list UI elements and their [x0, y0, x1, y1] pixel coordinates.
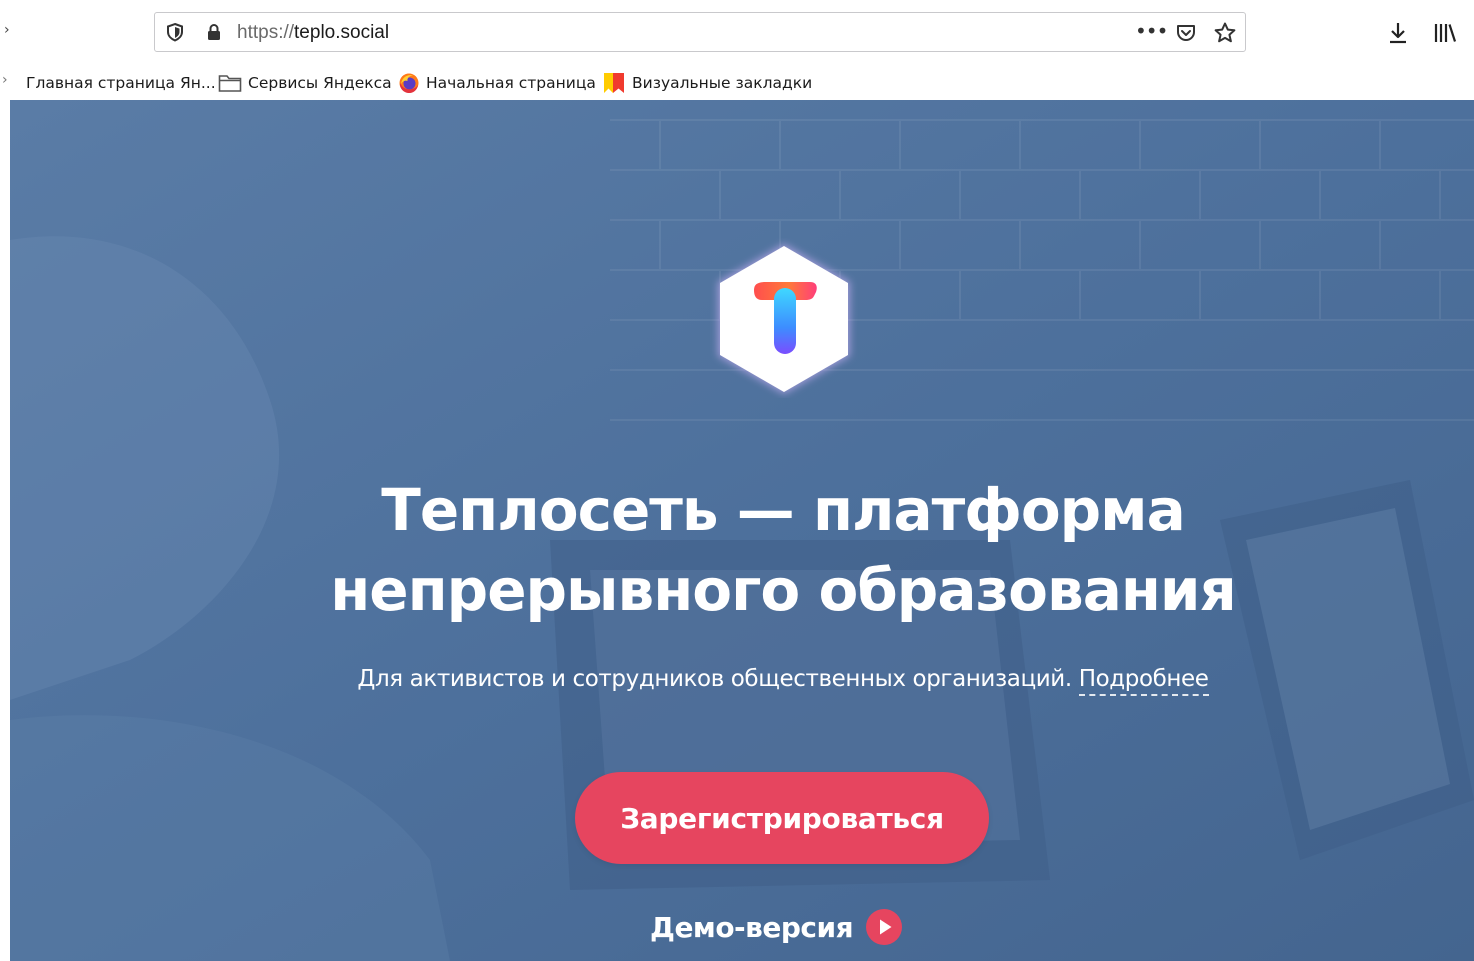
- url-text[interactable]: https://teplo.social: [237, 22, 389, 44]
- bookmark-label: Главная страница Ян...: [26, 74, 216, 92]
- bookmark-label: Сервисы Яндекса: [248, 74, 392, 92]
- bookmark-start-page[interactable]: Начальная страница: [398, 66, 596, 100]
- more-info-link[interactable]: Подробнее: [1078, 666, 1209, 696]
- headline-line-1: Теплосеть — платформа: [381, 476, 1185, 544]
- subheadline-text: Для активистов и сотрудников общественны…: [357, 666, 1072, 692]
- play-icon: [866, 909, 903, 945]
- url-scheme: https://: [237, 22, 295, 43]
- bookmark-label: Начальная страница: [426, 74, 596, 92]
- tracking-protection-shield-icon[interactable]: [165, 22, 185, 42]
- visual-bookmarks-icon: [604, 73, 624, 93]
- library-icon[interactable]: [1432, 21, 1458, 45]
- hero-subheadline: Для активистов и сотрудников общественны…: [10, 666, 1474, 696]
- register-button[interactable]: Зарегистрироваться: [575, 772, 989, 864]
- lock-icon[interactable]: [205, 23, 223, 41]
- bookmark-star-icon[interactable]: [1213, 21, 1237, 45]
- pocket-icon[interactable]: [1175, 22, 1197, 44]
- browser-toolbar: › https://teplo.social •••: [0, 0, 1474, 66]
- demo-label: Демо-версия: [650, 910, 854, 944]
- hero-headline: Теплосеть — платформа непрерывного образ…: [10, 470, 1474, 630]
- bookmark-label: Визуальные закладки: [632, 74, 813, 92]
- bookmark-yandex-home[interactable]: Главная страница Ян...: [26, 66, 216, 100]
- landing-hero: Теплосеть — платформа непрерывного образ…: [10, 100, 1474, 961]
- bookmarks-toolbar: › Главная страница Ян... Сервисы Яндекса…: [0, 66, 1474, 100]
- download-icon[interactable]: [1386, 20, 1410, 46]
- back-button-fragment[interactable]: ›: [4, 22, 10, 38]
- headline-line-2: непрерывного образования: [330, 556, 1237, 624]
- bookmarks-overflow-icon[interactable]: ›: [2, 72, 8, 88]
- folder-icon: [218, 75, 242, 92]
- page-actions-more-icon[interactable]: •••: [1135, 19, 1168, 43]
- bookmark-yandex-services[interactable]: Сервисы Яндекса: [218, 66, 392, 100]
- teplo-logo-icon: [718, 244, 850, 394]
- url-host: teplo.social: [294, 22, 390, 43]
- address-bar[interactable]: https://teplo.social •••: [154, 12, 1246, 52]
- demo-version-link[interactable]: Демо-версия: [650, 904, 903, 950]
- firefox-icon: [399, 73, 419, 94]
- bookmark-visual-bookmarks[interactable]: Визуальные закладки: [602, 66, 812, 100]
